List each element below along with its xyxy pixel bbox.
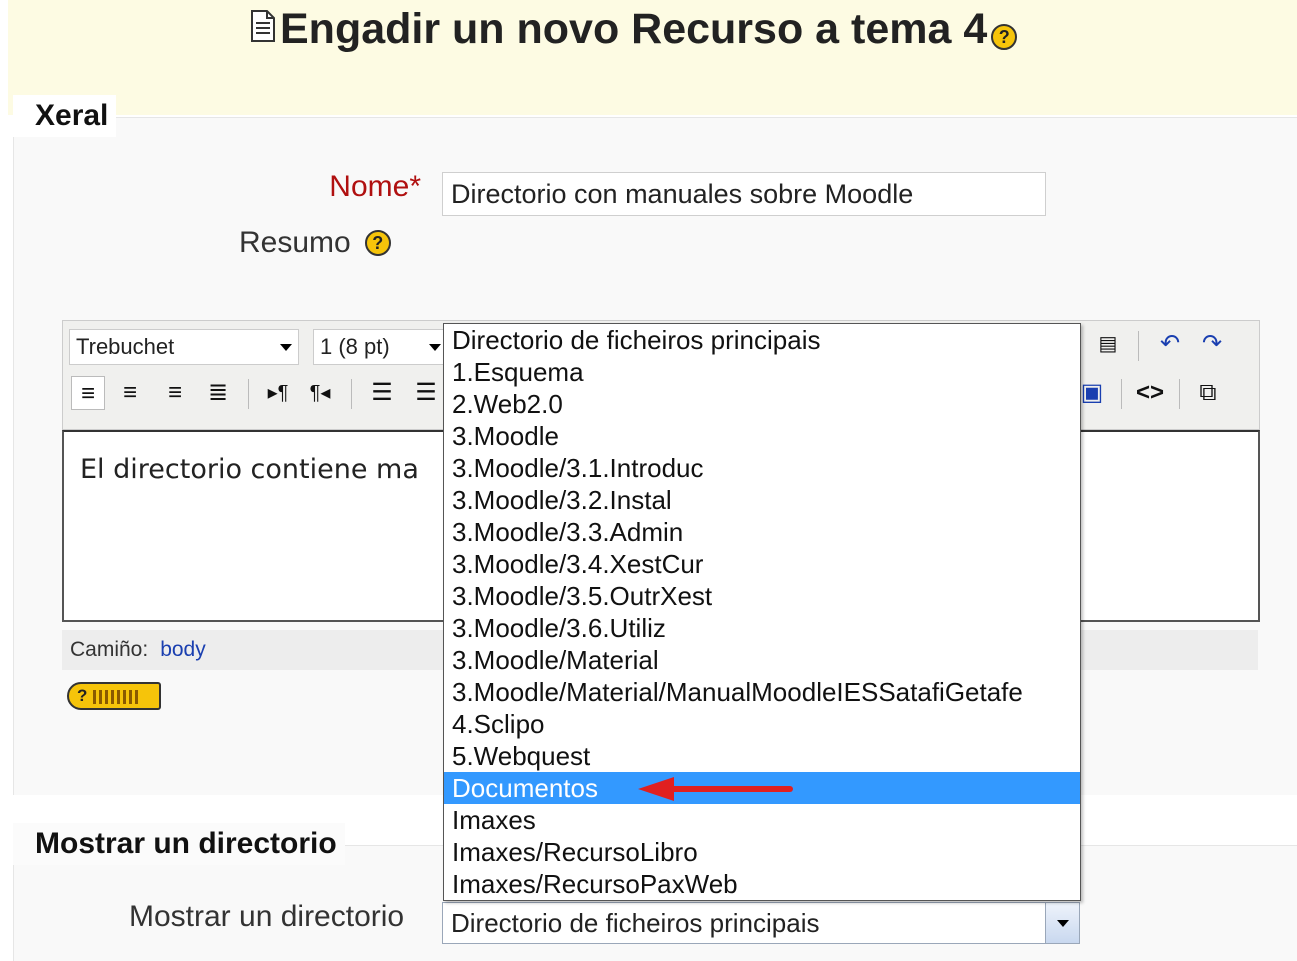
dropdown-option[interactable]: Imaxes	[444, 804, 1080, 836]
name-input[interactable]: Directorio con manuales sobre Moodle	[442, 172, 1046, 216]
undo-icon[interactable]: ↶	[1153, 327, 1187, 361]
path-body-link[interactable]: body	[160, 638, 206, 661]
toolbar-divider	[1138, 331, 1139, 361]
directory-dropdown-list[interactable]: Directorio de ficheiros principais 1.Esq…	[443, 323, 1081, 901]
directory-select-value: Directorio de ficheiros principais	[451, 908, 820, 938]
general-legend: Xeral	[13, 95, 117, 137]
dropdown-option[interactable]: 3.Moodle/3.6.Utiliz	[444, 612, 1080, 644]
ordered-list-icon[interactable]: ☰	[365, 376, 399, 410]
dropdown-option[interactable]: Directorio de ficheiros principais	[444, 324, 1080, 356]
keyboard-icon	[93, 689, 140, 704]
rtl-icon[interactable]: ¶◂	[303, 376, 337, 410]
toolbar-divider	[1179, 379, 1180, 409]
page-title: Engadir un novo Recurso a tema 4 ?	[250, 4, 1018, 54]
code-view-icon[interactable]: <>	[1133, 376, 1167, 410]
dropdown-option[interactable]: 3.Moodle/3.3.Admin	[444, 516, 1080, 548]
page-title-text: Engadir un novo Recurso a tema 4	[280, 4, 988, 53]
size-select-value: 1 (8 pt)	[320, 334, 390, 359]
align-left-icon[interactable]: ≡	[71, 376, 105, 410]
font-select-value: Trebuchet	[76, 334, 175, 359]
dropdown-option[interactable]: 2.Web2.0	[444, 388, 1080, 420]
align-center-icon[interactable]: ≡	[113, 376, 147, 410]
dropdown-option[interactable]: 3.Moodle/Material	[444, 644, 1080, 676]
dropdown-option[interactable]: 3.Moodle/3.4.XestCur	[444, 548, 1080, 580]
directory-select[interactable]: Directorio de ficheiros principais	[442, 902, 1080, 944]
dropdown-option[interactable]: 3.Moodle/3.1.Introduc	[444, 452, 1080, 484]
chevron-down-icon	[280, 344, 292, 351]
dropdown-option[interactable]: Imaxes/RecursoLibro	[444, 836, 1080, 868]
ltr-icon[interactable]: ▸¶	[261, 376, 295, 410]
dropdown-option[interactable]: 1.Esquema	[444, 356, 1080, 388]
dropdown-option[interactable]: 3.Moodle	[444, 420, 1080, 452]
summary-help-icon[interactable]: ?	[364, 230, 391, 256]
chevron-down-icon	[429, 344, 441, 351]
document-icon	[251, 10, 275, 42]
toolbar-divider	[1121, 379, 1122, 409]
dropdown-option[interactable]: 3.Moodle/3.2.Instal	[444, 484, 1080, 516]
dropdown-option[interactable]: 3.Moodle/3.5.OutrXest	[444, 580, 1080, 612]
font-select[interactable]: Trebuchet	[69, 329, 299, 365]
dropdown-button[interactable]	[1045, 903, 1079, 943]
redo-icon[interactable]: ↷	[1195, 327, 1229, 361]
dropdown-option[interactable]: 4.Sclipo	[444, 708, 1080, 740]
help-icon[interactable]: ?	[991, 24, 1018, 50]
name-label: Nome*	[329, 170, 421, 203]
justify-icon[interactable]: ≣	[201, 376, 235, 410]
dropdown-option[interactable]: Imaxes/RecursoPaxWeb	[444, 868, 1080, 900]
toolbar-divider	[351, 379, 352, 409]
paste-word-icon[interactable]: ▤	[1091, 327, 1125, 361]
keyboard-help-button[interactable]: ?	[67, 682, 161, 710]
summary-label: Resumo	[239, 226, 351, 259]
red-arrow-annotation	[638, 777, 793, 801]
toolbar-divider	[248, 379, 249, 409]
dropdown-option[interactable]: 3.Moodle/Material/ManualMoodleIESSatafiG…	[444, 676, 1080, 708]
size-select[interactable]: 1 (8 pt)	[313, 329, 448, 365]
display-directory-label: Mostrar un directorio	[129, 900, 405, 933]
align-right-icon[interactable]: ≡	[158, 376, 192, 410]
fullscreen-icon[interactable]: ⧉	[1191, 376, 1225, 410]
path-label: Camiño:	[70, 638, 149, 661]
display-legend: Mostrar un directorio	[13, 823, 345, 865]
dropdown-option[interactable]: 5.Webquest	[444, 740, 1080, 772]
unordered-list-icon[interactable]: ☰	[409, 376, 443, 410]
summary-label-row: Resumo ?	[239, 226, 391, 260]
